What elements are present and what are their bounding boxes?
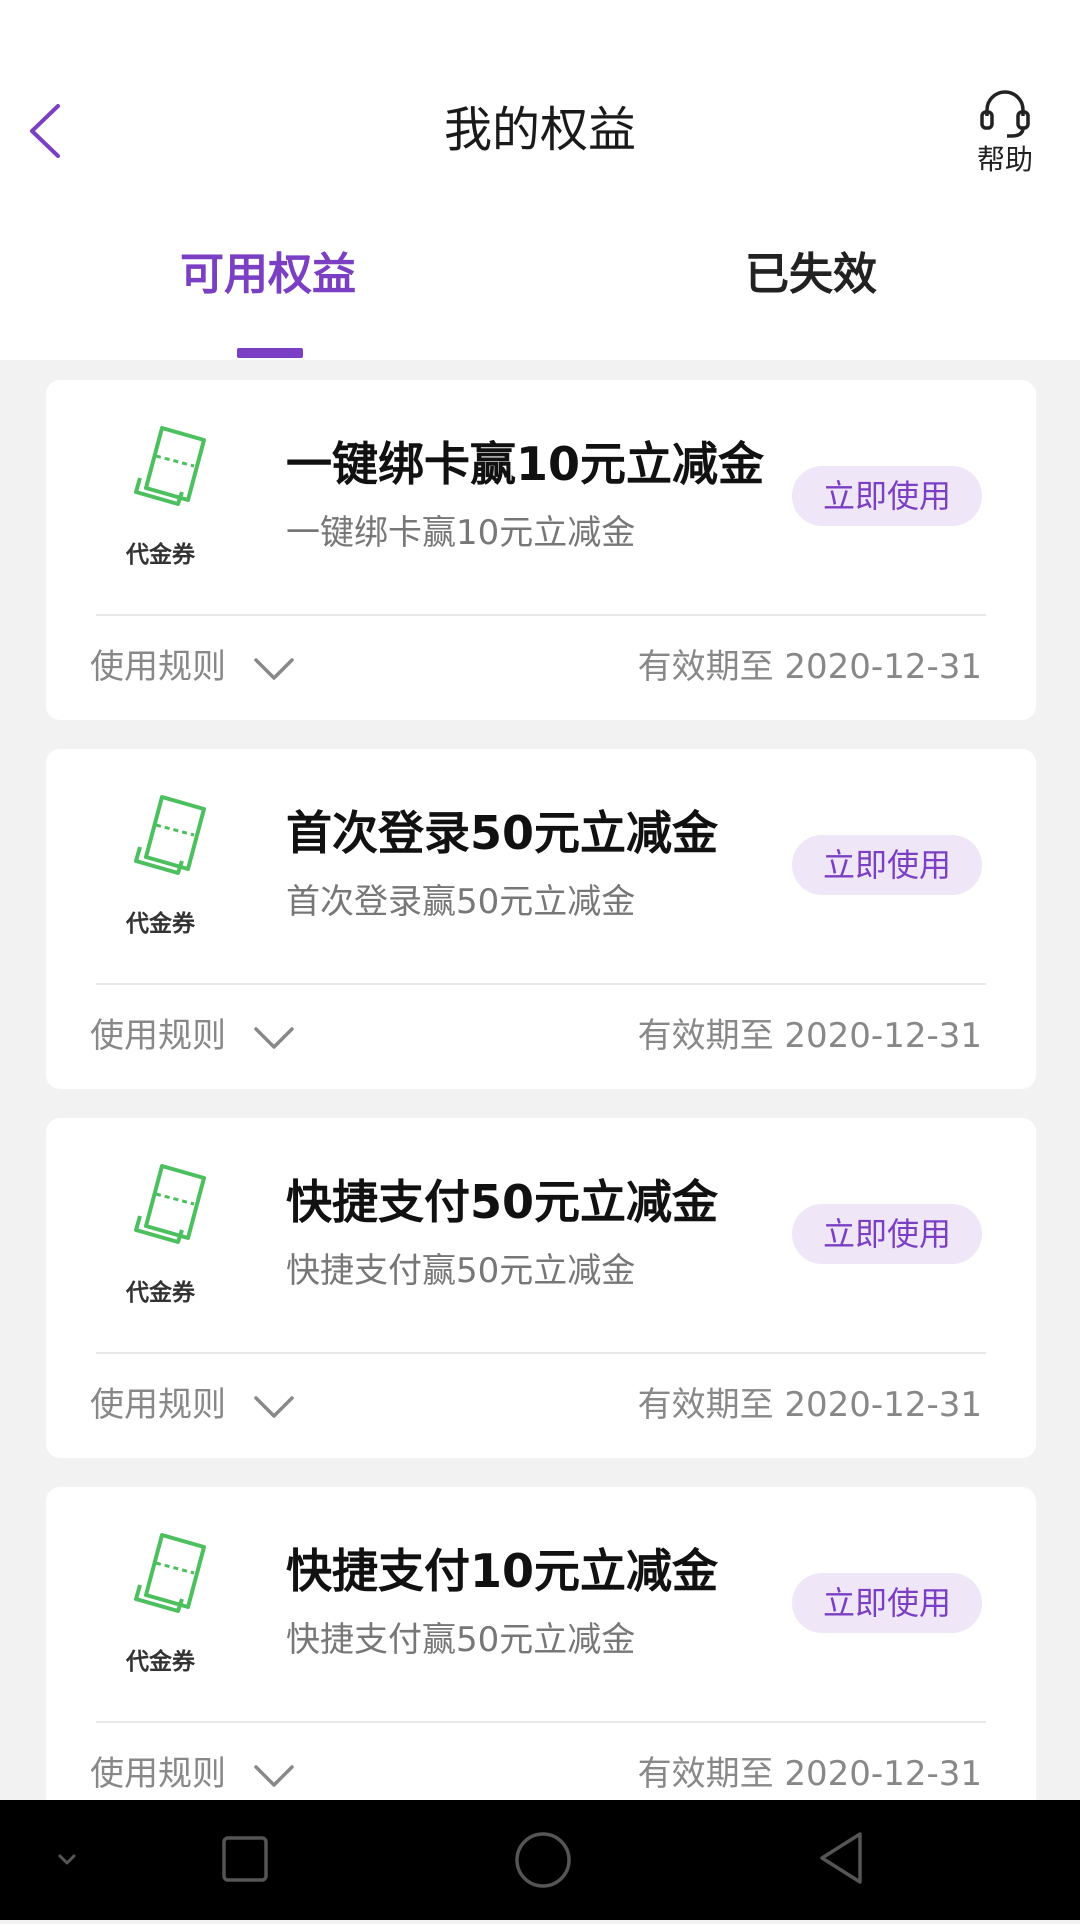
coupon-card: 代金券 快捷支付10元立减金 快捷支付赢50元立减金 立即使用 使用规则 有效期… [46,1487,1036,1800]
ticket-icon [134,795,206,875]
coupon-subtitle: 快捷支付赢50元立减金 [286,1251,636,1291]
coupon-subtitle: 首次登录赢50元立减金 [286,882,636,922]
active-tab-indicator [237,348,303,358]
tab-expired[interactable]: 已失效 [745,240,877,310]
coupon-type-label: 代金券 [126,1649,195,1675]
header: 我的权益 帮助 可用权益 已失效 [0,0,1080,360]
page-title: 我的权益 [443,102,636,158]
coupon-title: 首次登录50元立减金 [286,806,719,860]
help-button[interactable]: 帮助 [960,84,1050,184]
coupon-list[interactable]: 代金券 一键绑卡赢10元立减金 一键绑卡赢10元立减金 立即使用 使用规则 有效… [0,360,1080,1800]
nav-recents-button[interactable] [216,1800,276,1920]
use-now-button[interactable]: 立即使用 [792,835,982,895]
coupon-card: 代金券 首次登录50元立减金 首次登录赢50元立减金 立即使用 使用规则 有效期… [46,749,1036,1089]
nav-back-button[interactable] [810,1800,870,1920]
circle-icon [515,1832,571,1888]
chevron-down-icon[interactable] [252,1394,296,1420]
ticket-icon [134,1164,206,1244]
tab-available[interactable]: 可用权益 [180,240,356,310]
divider [96,983,986,985]
coupon-title: 快捷支付50元立减金 [286,1175,719,1229]
chevron-down-icon[interactable] [252,1025,296,1051]
expiry-date: 有效期至 2020-12-31 [637,1385,982,1425]
chevron-down-icon [58,1854,76,1865]
coupon-type-label: 代金券 [126,911,195,937]
usage-rules-toggle[interactable]: 使用规则 [90,1380,226,1430]
usage-rules-toggle[interactable]: 使用规则 [90,642,226,692]
square-icon [222,1836,268,1882]
help-label: 帮助 [976,143,1033,176]
use-now-button[interactable]: 立即使用 [792,466,982,526]
expiry-date: 有效期至 2020-12-31 [637,647,982,687]
use-now-button[interactable]: 立即使用 [792,1573,982,1633]
coupon-subtitle: 快捷支付赢50元立减金 [286,1620,636,1660]
coupon-card: 代金券 快捷支付50元立减金 快捷支付赢50元立减金 立即使用 使用规则 有效期… [46,1118,1036,1458]
usage-rules-toggle[interactable]: 使用规则 [90,1749,226,1799]
ticket-icon [134,1533,206,1613]
chevron-down-icon[interactable] [252,1763,296,1789]
divider [96,1721,986,1723]
ticket-icon [134,426,206,506]
coupon-type-label: 代金券 [126,1280,195,1306]
expiry-date: 有效期至 2020-12-31 [637,1754,982,1794]
nav-home-button[interactable] [508,1800,578,1920]
nav-collapse-button[interactable] [40,1800,94,1920]
coupon-title: 一键绑卡赢10元立减金 [286,437,765,491]
chevron-down-icon[interactable] [252,656,296,682]
headset-icon [980,90,1030,138]
coupon-title: 快捷支付10元立减金 [286,1544,719,1598]
triangle-back-icon [820,1832,862,1884]
use-now-button[interactable]: 立即使用 [792,1204,982,1264]
system-navigation-bar [0,1800,1080,1920]
divider [96,1352,986,1354]
coupon-card: 代金券 一键绑卡赢10元立减金 一键绑卡赢10元立减金 立即使用 使用规则 有效… [46,380,1036,720]
coupon-type-label: 代金券 [126,542,195,568]
expiry-date: 有效期至 2020-12-31 [637,1016,982,1056]
divider [96,614,986,616]
coupon-subtitle: 一键绑卡赢10元立减金 [286,513,636,553]
usage-rules-toggle[interactable]: 使用规则 [90,1011,226,1061]
